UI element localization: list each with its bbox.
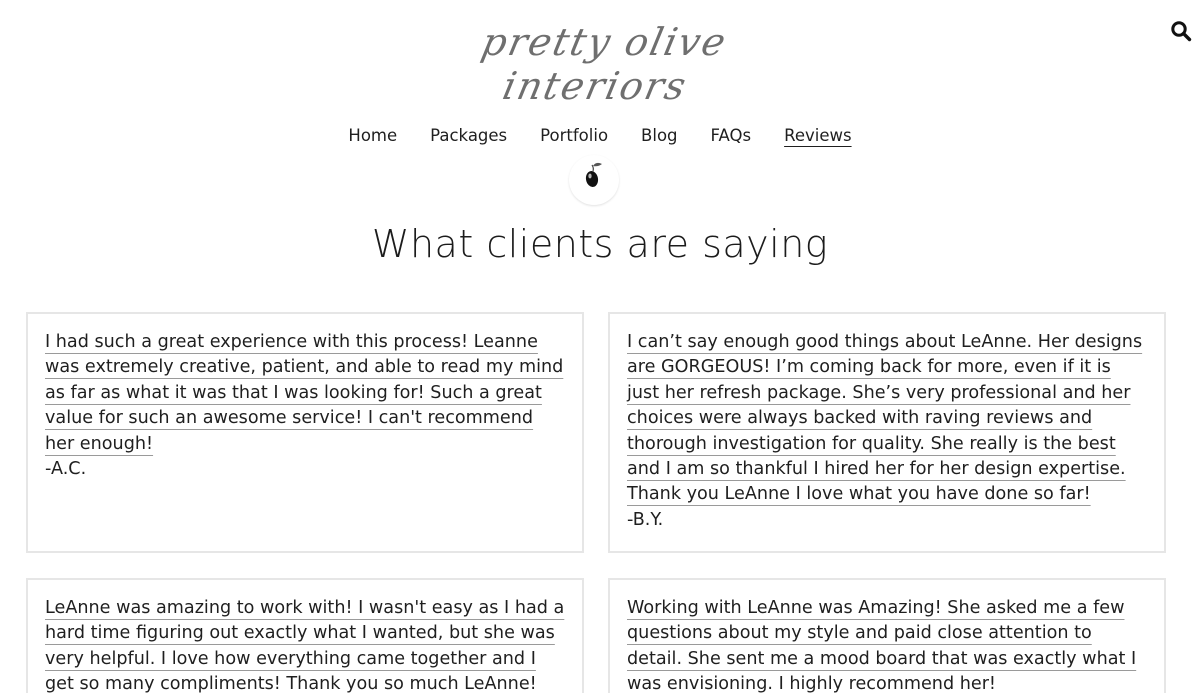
nav-item-faqs[interactable]: FAQs <box>694 124 768 148</box>
review-text[interactable]: I can’t say enough good things about LeA… <box>627 332 1142 504</box>
nav-item-portfolio[interactable]: Portfolio <box>524 124 625 148</box>
main-nav: Home Packages Portfolio Blog FAQs Review… <box>0 124 1200 148</box>
nav-item-reviews[interactable]: Reviews <box>768 124 868 148</box>
review-card: Working with LeAnne was Amazing! She ask… <box>608 578 1166 693</box>
review-quote: I can’t say enough good things about LeA… <box>627 330 1147 508</box>
nav-item-home[interactable]: Home <box>332 124 414 148</box>
olive-icon <box>585 162 602 187</box>
review-card: LeAnne was amazing to work with! I wasn'… <box>26 578 584 693</box>
review-card: I can’t say enough good things about LeA… <box>608 312 1166 553</box>
review-text[interactable]: LeAnne was amazing to work with! I wasn'… <box>45 598 564 693</box>
search-icon[interactable] <box>1170 20 1192 42</box>
page: pretty olive interiors Home Packages Por… <box>0 0 1200 693</box>
site-logo[interactable]: pretty olive interiors <box>450 10 750 108</box>
nav-item-packages[interactable]: Packages <box>414 124 524 148</box>
nav-item-blog[interactable]: Blog <box>625 124 694 148</box>
review-author: -B.Y. <box>627 509 664 530</box>
review-author: -A.C. <box>45 459 87 480</box>
review-quote: Working with LeAnne was Amazing! She ask… <box>627 596 1147 693</box>
review-card: I had such a great experience with this … <box>26 312 584 553</box>
page-heading: What clients are saying <box>371 222 829 266</box>
review-quote: I had such a great experience with this … <box>45 330 565 457</box>
logo-text: pretty olive interiors <box>477 20 732 108</box>
olive-badge <box>569 155 619 205</box>
review-text[interactable]: Working with LeAnne was Amazing! She ask… <box>627 598 1136 693</box>
review-quote: LeAnne was amazing to work with! I wasn'… <box>45 596 565 693</box>
review-text[interactable]: I had such a great experience with this … <box>45 332 563 454</box>
